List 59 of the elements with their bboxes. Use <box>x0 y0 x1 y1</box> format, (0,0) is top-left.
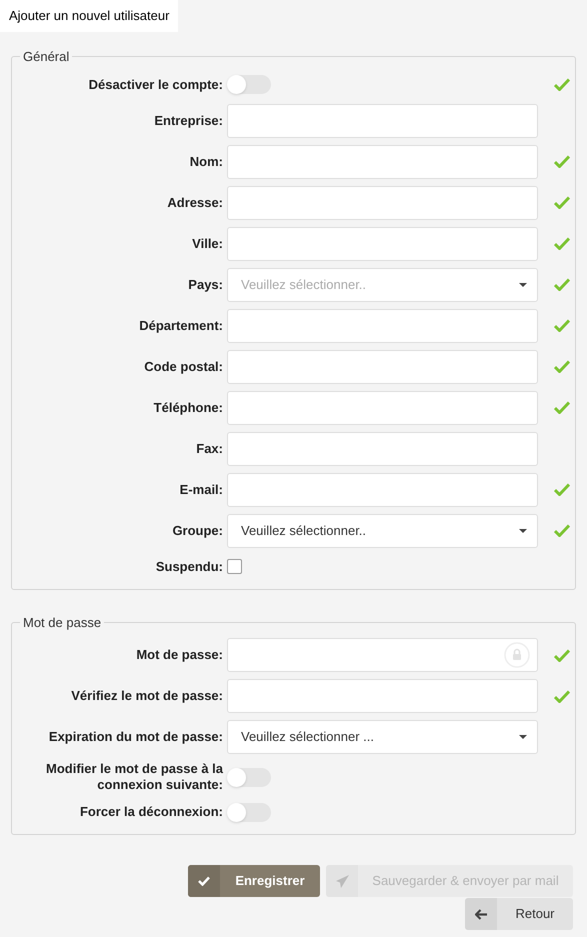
field-label: E-mail: <box>178 482 224 498</box>
input-field[interactable] <box>227 308 538 342</box>
field-label: Pays: <box>187 276 224 292</box>
checkmark-icon <box>554 690 570 702</box>
checkmark-icon <box>554 319 570 332</box>
checkmark-icon <box>554 401 570 414</box>
input-field[interactable] <box>227 350 538 384</box>
password-field[interactable] <box>227 638 538 672</box>
field-label: Désactiver le compte: <box>88 76 224 92</box>
back-button[interactable]: Retour <box>465 898 573 930</box>
input-field[interactable] <box>227 226 538 260</box>
select-field[interactable]: Veuillez sélectionner ... <box>227 720 538 754</box>
field-label: Code postal: <box>143 358 224 374</box>
checkbox[interactable] <box>227 559 242 574</box>
field-label: Entreprise: <box>153 112 224 128</box>
checkmark-icon <box>554 524 570 537</box>
field-label: Modifier le mot de passe à la connexion suivante: <box>45 761 224 793</box>
field-label: Expiration du mot de passe: <box>48 729 224 745</box>
field-label: Forcer la déconnexion: <box>78 804 224 820</box>
arrow-left-icon <box>475 908 487 920</box>
checkmark-icon <box>554 648 570 662</box>
checkmark-icon <box>554 237 570 250</box>
caret-icon <box>519 528 527 532</box>
field-label: Fax: <box>195 440 224 456</box>
paper-plane-icon <box>336 874 348 888</box>
input-field[interactable] <box>227 432 538 466</box>
checkmark-icon <box>554 78 570 91</box>
input-field[interactable] <box>227 472 538 506</box>
checkmark-icon <box>554 278 570 291</box>
caret-icon <box>519 282 527 286</box>
toggle-switch[interactable] <box>227 802 271 822</box>
checkmark-icon <box>554 155 570 168</box>
caret-icon <box>519 735 527 739</box>
select-field[interactable]: Veuillez sélectionner.. <box>227 514 538 548</box>
input-field[interactable] <box>227 104 538 138</box>
toggle-switch[interactable] <box>227 75 271 94</box>
field-label: Téléphone: <box>152 400 224 416</box>
field-label: Adresse: <box>166 194 224 210</box>
input-field[interactable] <box>227 144 538 178</box>
input-field[interactable] <box>227 390 538 424</box>
field-label: Vérifiez le mot de passe: <box>70 688 224 704</box>
input-field[interactable] <box>227 186 538 220</box>
field-label: Suspendu: <box>154 558 224 574</box>
lock-icon[interactable] <box>504 642 530 668</box>
field-label: Nom: <box>188 154 224 170</box>
section-legend: Général <box>20 47 72 66</box>
checkmark-icon <box>554 360 570 373</box>
checkmark-icon <box>554 483 570 496</box>
input-field[interactable] <box>227 679 538 713</box>
field-label: Département: <box>138 318 224 334</box>
field-label: Groupe: <box>171 522 224 538</box>
checkmark-icon <box>554 196 570 209</box>
field-label: Mot de passe: <box>135 647 224 663</box>
field-label: Ville: <box>191 236 224 252</box>
toggle-switch[interactable] <box>227 768 271 786</box>
section-legend: Mot de passe <box>20 612 104 632</box>
checkmark-icon <box>198 876 210 886</box>
save-button[interactable]: Enregistrer <box>188 865 320 897</box>
tab[interactable]: Ajouter un nouvel utilisateur <box>0 0 178 32</box>
